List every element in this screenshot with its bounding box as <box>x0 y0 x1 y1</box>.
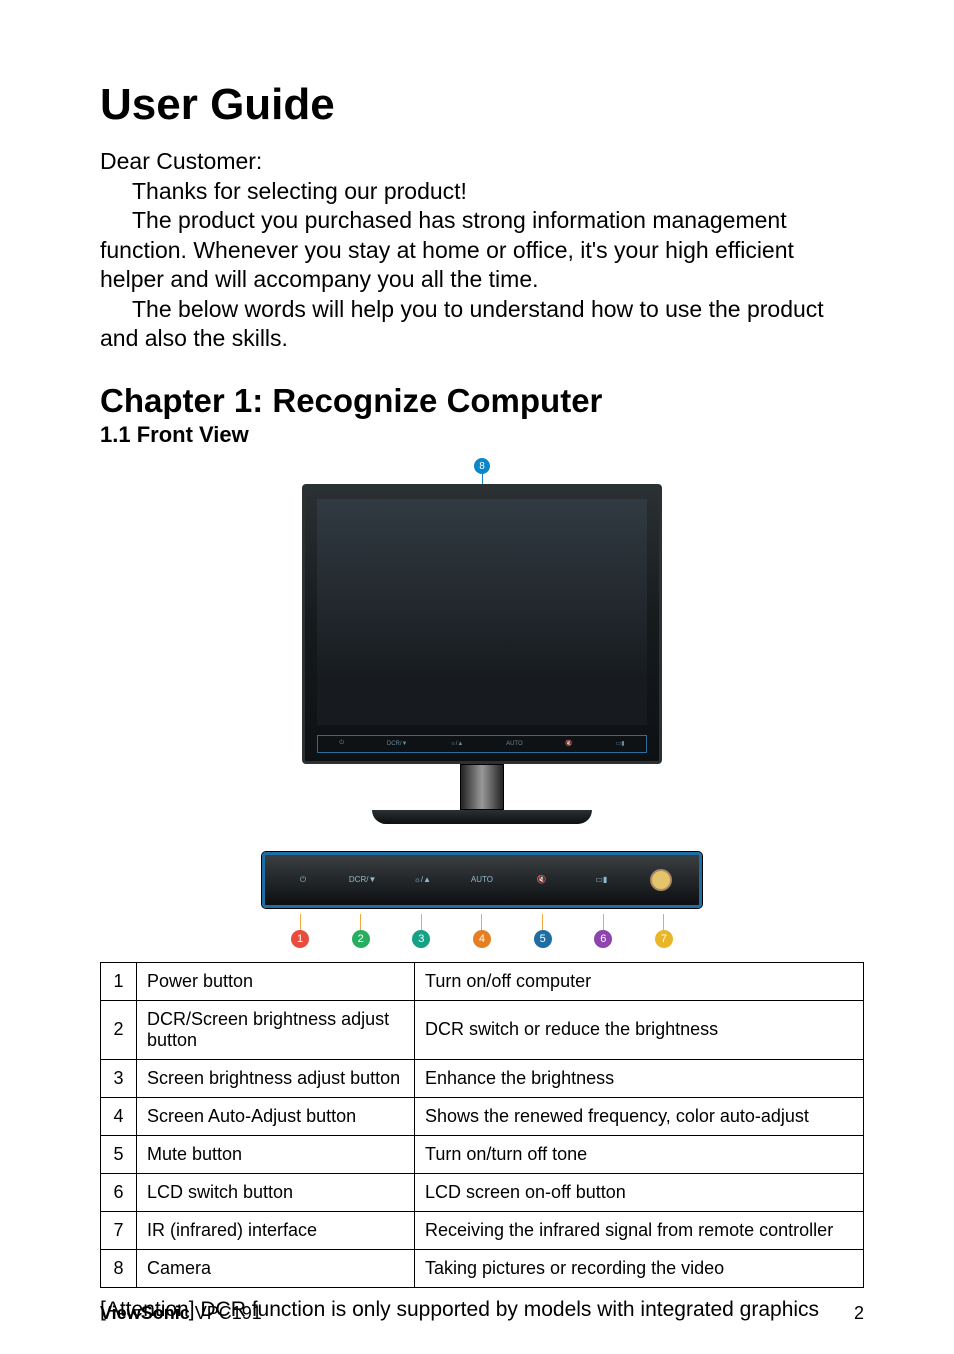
intro-para-3: The below words will help you to underst… <box>100 295 864 354</box>
monitor-bezel-controls: ⏻DCR/▼☼/▲AUTO🔇▭▮ <box>317 735 647 753</box>
row-name: IR (infrared) interface <box>137 1211 415 1249</box>
table-row: 4Screen Auto-Adjust buttonShows the rene… <box>101 1097 864 1135</box>
row-number: 8 <box>101 1249 137 1287</box>
panel-lcd-icon: ▭▮ <box>585 875 617 884</box>
callout-5: 5 <box>534 930 552 948</box>
row-name: DCR/Screen brightness adjust button <box>137 1000 415 1059</box>
page-title: User Guide <box>100 80 864 130</box>
callout-row: 1 2 3 4 5 6 7 <box>262 914 702 948</box>
panel-ir-hole <box>645 869 677 891</box>
row-name: Power button <box>137 962 415 1000</box>
monitor-screen <box>317 499 647 725</box>
footer-page-number: 2 <box>854 1303 864 1324</box>
row-number: 6 <box>101 1173 137 1211</box>
intro-block: Dear Customer: Thanks for selecting our … <box>100 148 864 354</box>
intro-para-1: Thanks for selecting our product! <box>100 177 864 206</box>
panel-power-icon: ⏻ <box>287 875 319 885</box>
chapter-heading: Chapter 1: Recognize Computer <box>100 382 864 420</box>
row-name: LCD switch button <box>137 1173 415 1211</box>
page-footer: ViewSonic VPC191 2 <box>100 1303 864 1324</box>
monitor-illustration: ⏻DCR/▼☼/▲AUTO🔇▭▮ <box>302 484 662 764</box>
table-row: 1Power buttonTurn on/off computer <box>101 962 864 1000</box>
section-heading: 1.1 Front View <box>100 422 864 448</box>
row-desc: Receiving the infrared signal from remot… <box>415 1211 864 1249</box>
row-name: Mute button <box>137 1135 415 1173</box>
row-desc: Taking pictures or recording the video <box>415 1249 864 1287</box>
table-row: 7IR (infrared) interfaceReceiving the in… <box>101 1211 864 1249</box>
callout-6: 6 <box>594 930 612 948</box>
callout-7: 7 <box>655 930 673 948</box>
row-desc: Turn on/turn off tone <box>415 1135 864 1173</box>
row-number: 5 <box>101 1135 137 1173</box>
row-name: Camera <box>137 1249 415 1287</box>
row-desc: Enhance the brightness <box>415 1059 864 1097</box>
panel-mute-icon: 🔇 <box>526 875 558 884</box>
row-desc: Turn on/off computer <box>415 962 864 1000</box>
front-view-figure: 8 ⏻DCR/▼☼/▲AUTO🔇▭▮ ⏻ DCR/▼ ☼/▲ AUTO 🔇 ▭▮… <box>100 456 864 948</box>
row-number: 4 <box>101 1097 137 1135</box>
parts-table: 1Power buttonTurn on/off computer2DCR/Sc… <box>100 962 864 1288</box>
table-row: 8CameraTaking pictures or recording the … <box>101 1249 864 1287</box>
callout-4: 4 <box>473 930 491 948</box>
monitor-stand-neck <box>460 764 504 810</box>
row-desc: LCD screen on-off button <box>415 1173 864 1211</box>
row-desc: Shows the renewed frequency, color auto-… <box>415 1097 864 1135</box>
greeting: Dear Customer: <box>100 148 864 175</box>
panel-dcr-label: DCR/▼ <box>347 875 379 884</box>
row-name: Screen brightness adjust button <box>137 1059 415 1097</box>
row-number: 7 <box>101 1211 137 1249</box>
panel-auto-label: AUTO <box>466 875 498 884</box>
button-panel: ⏻ DCR/▼ ☼/▲ AUTO 🔇 ▭▮ <box>262 852 702 908</box>
callout-3: 3 <box>412 930 430 948</box>
row-number: 2 <box>101 1000 137 1059</box>
table-row: 5Mute buttonTurn on/turn off tone <box>101 1135 864 1173</box>
row-desc: DCR switch or reduce the brightness <box>415 1000 864 1059</box>
callout-1: 1 <box>291 930 309 948</box>
table-row: 3Screen brightness adjust buttonEnhance … <box>101 1059 864 1097</box>
row-number: 3 <box>101 1059 137 1097</box>
table-row: 2DCR/Screen brightness adjust buttonDCR … <box>101 1000 864 1059</box>
panel-brightness-label: ☼/▲ <box>406 875 438 884</box>
callout-8: 8 <box>474 458 490 474</box>
row-name: Screen Auto-Adjust button <box>137 1097 415 1135</box>
row-number: 1 <box>101 962 137 1000</box>
callout-2: 2 <box>352 930 370 948</box>
monitor-stand-base <box>372 810 592 824</box>
table-row: 6LCD switch buttonLCD screen on-off butt… <box>101 1173 864 1211</box>
intro-para-2: The product you purchased has strong inf… <box>100 206 864 294</box>
footer-brand: ViewSonic VPC191 <box>100 1303 262 1324</box>
